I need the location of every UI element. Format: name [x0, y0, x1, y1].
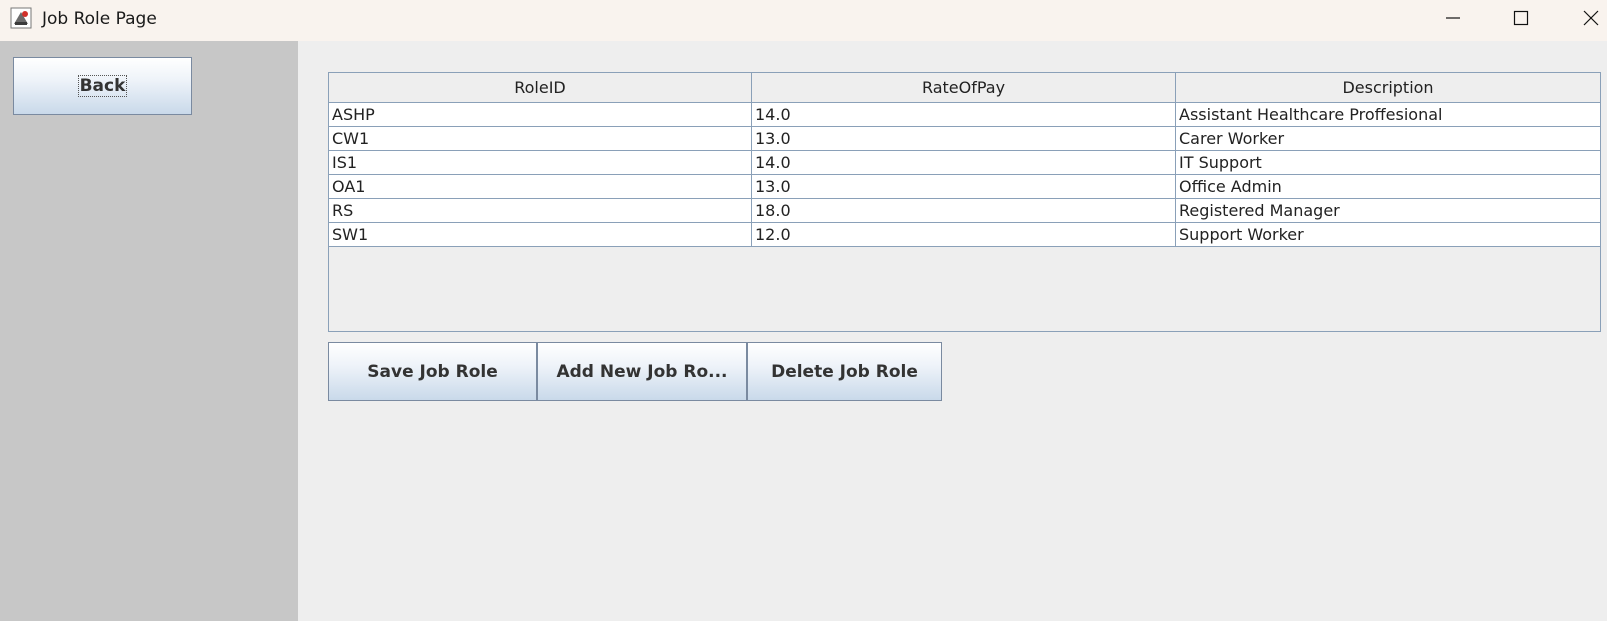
roleid-cell[interactable]: RS: [329, 199, 752, 223]
maximize-button[interactable]: [1498, 0, 1544, 40]
close-button[interactable]: [1568, 0, 1607, 40]
table-body: ASHP 14.0 Assistant Healthcare Proffesio…: [329, 103, 1600, 247]
window-title: Job Role Page: [42, 9, 157, 29]
rateofpay-cell[interactable]: 12.0: [752, 223, 1176, 247]
description-cell[interactable]: Registered Manager: [1176, 199, 1600, 223]
roleid-cell[interactable]: SW1: [329, 223, 752, 247]
roleid-cell[interactable]: CW1: [329, 127, 752, 151]
rateofpay-cell[interactable]: 13.0: [752, 127, 1176, 151]
back-button[interactable]: Back: [13, 57, 192, 115]
table-header: RoleID RateOfPay Description: [329, 73, 1600, 103]
delete-job-role-button[interactable]: Delete Job Role: [747, 342, 942, 401]
sidebar: [0, 41, 298, 621]
close-icon: [1583, 10, 1599, 30]
add-new-job-role-button[interactable]: Add New Job Ro...: [537, 342, 747, 401]
description-cell[interactable]: Office Admin: [1176, 175, 1600, 199]
description-cell[interactable]: Support Worker: [1176, 223, 1600, 247]
maximize-icon: [1513, 10, 1529, 30]
rateofpay-cell[interactable]: 13.0: [752, 175, 1176, 199]
rateofpay-cell[interactable]: 14.0: [752, 151, 1176, 175]
column-header-rateofpay[interactable]: RateOfPay: [752, 73, 1176, 103]
back-button-label: Back: [77, 75, 128, 97]
save-job-role-button[interactable]: Save Job Role: [328, 342, 537, 401]
rateofpay-cell[interactable]: 14.0: [752, 103, 1176, 127]
column-header-description[interactable]: Description: [1176, 73, 1600, 103]
java-app-icon: [10, 7, 32, 29]
job-role-table[interactable]: RoleID RateOfPay Description ASHP 14.0 A…: [328, 72, 1601, 332]
table-row[interactable]: OA1 13.0 Office Admin: [329, 175, 1600, 199]
title-bar: Job Role Page: [0, 0, 1607, 41]
roleid-cell[interactable]: OA1: [329, 175, 752, 199]
minimize-button[interactable]: [1430, 0, 1476, 40]
table-row[interactable]: ASHP 14.0 Assistant Healthcare Proffesio…: [329, 103, 1600, 127]
roleid-cell[interactable]: IS1: [329, 151, 752, 175]
table-row[interactable]: SW1 12.0 Support Worker: [329, 223, 1600, 247]
roleid-cell[interactable]: ASHP: [329, 103, 752, 127]
description-cell[interactable]: Assistant Healthcare Proffesional: [1176, 103, 1600, 127]
description-cell[interactable]: Carer Worker: [1176, 127, 1600, 151]
table-row[interactable]: RS 18.0 Registered Manager: [329, 199, 1600, 223]
table-row[interactable]: IS1 14.0 IT Support: [329, 151, 1600, 175]
column-header-roleid[interactable]: RoleID: [329, 73, 752, 103]
description-cell[interactable]: IT Support: [1176, 151, 1600, 175]
minimize-icon: [1445, 10, 1461, 30]
rateofpay-cell[interactable]: 18.0: [752, 199, 1176, 223]
table-row[interactable]: CW1 13.0 Carer Worker: [329, 127, 1600, 151]
